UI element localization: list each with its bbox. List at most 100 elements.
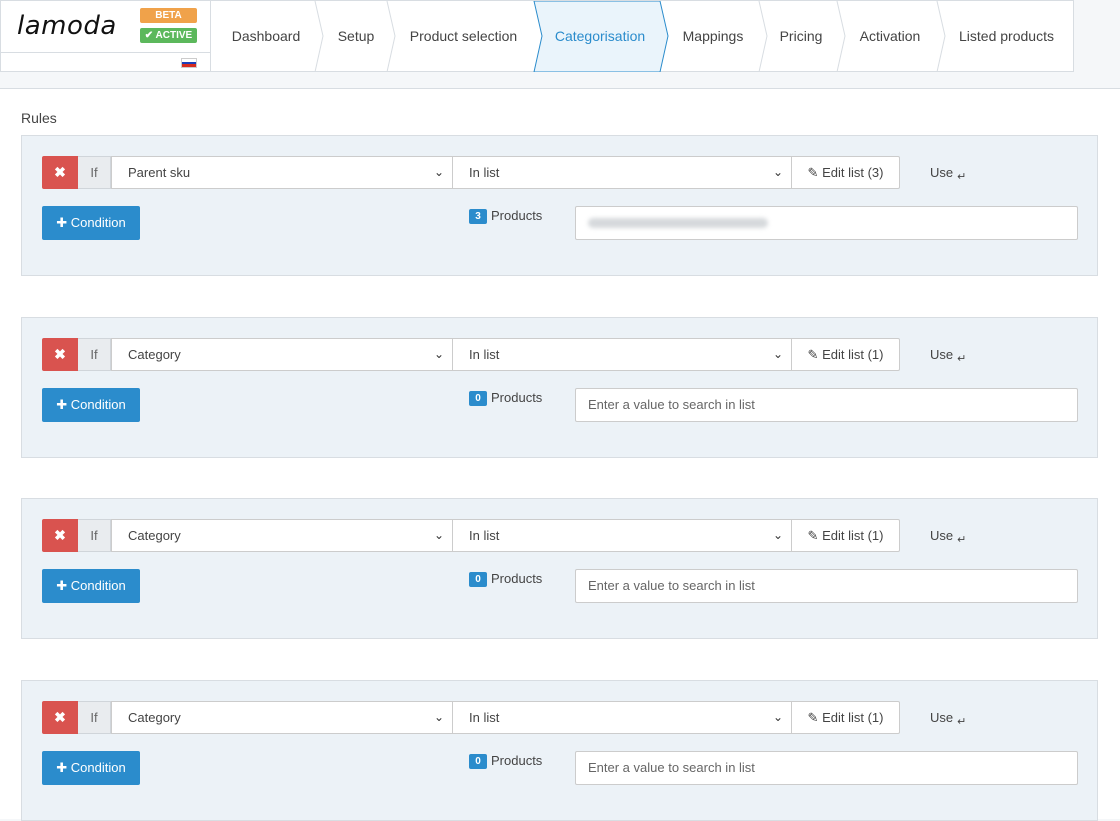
chevron-down-icon: ⌄ (772, 165, 783, 179)
arrow-down-icon: ↵ (957, 171, 967, 183)
plus-icon: ✚ (56, 760, 68, 775)
logo-box: lamoda BETA ✔ ACTIVE (1, 1, 211, 53)
edit-list-label: Edit list (1) (822, 528, 884, 543)
arrow-down-icon: ↵ (957, 716, 967, 728)
search-in-list-input[interactable]: Enter a value to search in list (575, 569, 1078, 603)
chevron-down-icon: ⌄ (433, 528, 444, 542)
field-select-value: Category (128, 347, 181, 362)
top-navigation-bar: lamoda BETA ✔ ACTIVE Dashboard Setup Pro… (0, 0, 1074, 72)
add-condition-button[interactable]: ✚ Condition (42, 388, 140, 422)
chevron-down-icon: ⌄ (772, 528, 783, 542)
tab-product-selection[interactable]: Product selection (391, 1, 536, 72)
rules-heading: Rules (21, 110, 57, 126)
pencil-icon: ✎ (807, 528, 819, 543)
active-badge: ✔ ACTIVE (140, 28, 197, 43)
add-condition-button[interactable]: ✚ Condition (42, 569, 140, 603)
delete-rule-button[interactable]: ✖ (42, 701, 78, 734)
tab-dashboard[interactable]: Dashboard (211, 1, 321, 72)
if-label: If (78, 519, 111, 552)
search-in-list-input[interactable]: Enter a value to search in list (575, 388, 1078, 422)
tab-categorisation[interactable]: Categorisation (536, 1, 664, 72)
edit-list-button[interactable]: ✎ Edit list (3) (791, 156, 900, 189)
edit-list-label: Edit list (1) (822, 710, 884, 725)
field-select-value: Category (128, 710, 181, 725)
chevron-down-icon: ⌄ (433, 347, 444, 361)
edit-list-label: Edit list (1) (822, 347, 884, 362)
rule-card: ✖ If Parent sku ⌄ In list ⌄ ✎ Edit list … (21, 135, 1098, 276)
russia-flag-icon[interactable] (181, 58, 197, 68)
operator-select-value: In list (469, 347, 500, 362)
use-label: Use (930, 710, 954, 725)
search-in-list-input[interactable]: Enter a value to search in list (575, 751, 1078, 785)
add-condition-button[interactable]: ✚ Condition (42, 206, 140, 240)
main-content: Rules ✖ If Parent sku ⌄ In list ⌄ ✎ Edit… (0, 88, 1120, 821)
if-label: If (78, 338, 111, 371)
if-label: If (78, 156, 111, 189)
products-label: Products (491, 571, 543, 586)
blurred-search-value (588, 218, 768, 228)
rule-card: ✖ If Category ⌄ In list ⌄ ✎ Edit list (1… (21, 680, 1098, 821)
plus-icon: ✚ (56, 215, 68, 230)
add-condition-label: Condition (70, 397, 126, 412)
rule-card: ✖ If Category ⌄ In list ⌄ ✎ Edit list (1… (21, 317, 1098, 458)
product-count-badge: 3 (469, 209, 487, 224)
add-condition-label: Condition (70, 215, 126, 230)
edit-list-button[interactable]: ✎ Edit list (1) (791, 701, 900, 734)
arrow-down-icon: ↵ (957, 534, 967, 546)
tab-setup[interactable]: Setup (321, 1, 391, 72)
field-select-value: Category (128, 528, 181, 543)
use-label: Use (930, 165, 954, 180)
tab-activation[interactable]: Activation (840, 1, 940, 72)
edit-list-button[interactable]: ✎ Edit list (1) (791, 338, 900, 371)
operator-select[interactable]: In list ⌄ (452, 156, 792, 189)
use-toggle[interactable]: Use ↵ (930, 347, 966, 365)
use-toggle[interactable]: Use ↵ (930, 528, 967, 546)
use-toggle[interactable]: Use ↵ (930, 710, 967, 728)
delete-rule-button[interactable]: ✖ (42, 338, 78, 371)
operator-select[interactable]: In list ⌄ (452, 519, 792, 552)
operator-select[interactable]: In list ⌄ (452, 701, 792, 734)
products-label: Products (491, 208, 543, 223)
tab-pricing[interactable]: Pricing (762, 1, 840, 72)
edit-list-button[interactable]: ✎ Edit list (1) (791, 519, 900, 552)
plus-icon: ✚ (56, 397, 68, 412)
tab-listed-products[interactable]: Listed products (940, 1, 1073, 72)
field-select[interactable]: Parent sku ⌄ (111, 156, 453, 189)
lamoda-logo[interactable]: lamoda (17, 11, 117, 41)
chevron-down-icon: ⌄ (772, 347, 783, 361)
pencil-icon: ✎ (807, 165, 819, 180)
pencil-icon: ✎ (807, 347, 819, 362)
chevron-down-icon: ⌄ (433, 710, 444, 724)
pencil-icon: ✎ (807, 710, 819, 725)
search-in-list-input[interactable] (575, 206, 1078, 240)
tab-mappings[interactable]: Mappings (664, 1, 762, 72)
add-condition-label: Condition (70, 760, 126, 775)
use-toggle[interactable]: Use ↵ (930, 165, 967, 183)
chevron-down-icon: ⌄ (433, 165, 444, 179)
product-count-badge: 0 (469, 391, 487, 406)
field-select[interactable]: Category ⌄ (111, 519, 453, 552)
if-label: If (78, 701, 111, 734)
delete-rule-button[interactable]: ✖ (42, 156, 78, 189)
search-placeholder: Enter a value to search in list (588, 760, 755, 775)
chevron-down-icon: ⌄ (772, 710, 783, 724)
product-count-badge: 0 (469, 754, 487, 769)
plus-icon: ✚ (56, 578, 68, 593)
add-condition-label: Condition (70, 578, 126, 593)
rule-card: ✖ If Category ⌄ In list ⌄ ✎ Edit list (1… (21, 498, 1098, 639)
operator-select-value: In list (469, 710, 500, 725)
edit-list-label: Edit list (3) (822, 165, 884, 180)
field-select-value: Parent sku (128, 165, 191, 180)
beta-badge: BETA (140, 8, 197, 23)
search-placeholder: Enter a value to search in list (588, 397, 755, 412)
add-condition-button[interactable]: ✚ Condition (42, 751, 140, 785)
search-placeholder: Enter a value to search in list (588, 578, 755, 593)
field-select[interactable]: Category ⌄ (111, 701, 453, 734)
delete-rule-button[interactable]: ✖ (42, 519, 78, 552)
operator-select[interactable]: In list ⌄ (452, 338, 792, 371)
operator-select-value: In list (469, 165, 500, 180)
operator-select-value: In list (469, 528, 500, 543)
products-label: Products (491, 390, 543, 405)
brand-area: lamoda BETA ✔ ACTIVE (1, 1, 211, 72)
field-select[interactable]: Category ⌄ (111, 338, 453, 371)
